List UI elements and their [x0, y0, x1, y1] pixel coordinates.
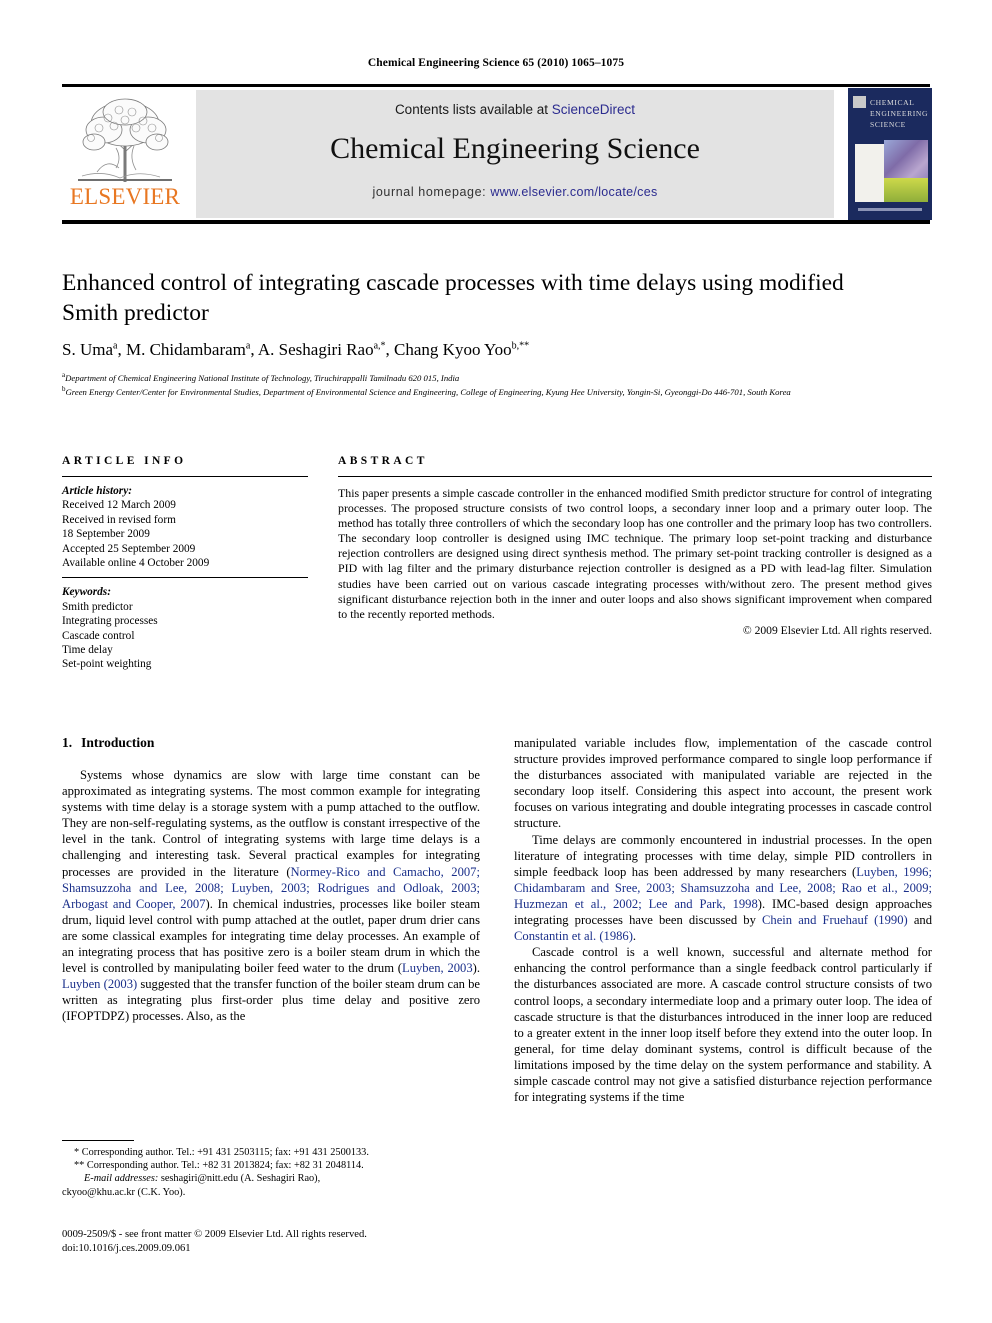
running-head: Chemical Engineering Science 65 (2010) 1…	[367, 57, 625, 69]
affiliation-list: aDepartment of Chemical Engineering Nati…	[62, 370, 932, 399]
body-column-right: manipulated variable includes flow, impl…	[514, 735, 932, 1105]
paragraph-text: Systems whose dynamics are slow with lar…	[62, 768, 480, 879]
article-history-item: Received 12 March 2009	[62, 499, 176, 512]
masthead-rule-top	[62, 84, 930, 87]
keywords-label: Keywords:	[62, 586, 111, 599]
elsevier-logo: ELSEVIER	[64, 90, 186, 218]
footnote-email-line: E-mail addresses: seshagiri@nitt.edu (A.…	[62, 1172, 480, 1185]
section-number: 1.	[62, 735, 73, 750]
author-name: Chang Kyoo Yoo	[394, 340, 512, 359]
journal-article-page: Chemical Engineering Science 65 (2010) 1…	[0, 0, 992, 1323]
paragraph: Time delays are commonly encountered in …	[514, 832, 932, 945]
affiliation-item: aDepartment of Chemical Engineering Nati…	[62, 370, 932, 384]
journal-cover-thumbnail: CHEMICAL ENGINEERING SCIENCE	[848, 88, 932, 220]
paragraph-text: .	[632, 929, 637, 944]
journal-title: Chemical Engineering Science	[330, 132, 700, 165]
author-name: M. Chidambaram	[125, 340, 246, 359]
paragraph-text: ).	[472, 961, 480, 976]
keyword-item: Smith predictor	[62, 600, 133, 613]
elsevier-tree-icon	[78, 98, 172, 182]
keyword-item: Time delay	[62, 644, 113, 657]
email-label: E-mail addresses:	[84, 1173, 159, 1185]
cover-image-green	[884, 178, 928, 202]
page-title: Enhanced control of integrating cascade …	[62, 270, 844, 326]
footnote-corresponding-2: ** Corresponding author. Tel.: +82 31 20…	[74, 1160, 364, 1172]
article-history-item: Received in revised form	[62, 513, 176, 526]
article-info-divider-mid	[62, 577, 308, 579]
article-history-block: Article history: Received 12 March 2009 …	[62, 484, 308, 570]
affiliation-text: Department of Chemical Engineering Natio…	[65, 372, 460, 383]
paragraph: Systems whose dynamics are slow with lar…	[62, 767, 480, 1025]
elsevier-tree-mark-icon	[853, 96, 866, 108]
citation-link[interactable]: Chein and Fruehauf (1990)	[762, 913, 908, 927]
abstract-column: ABSTRACT This paper presents a simple ca…	[338, 455, 932, 637]
keyword-item: Integrating processes	[62, 615, 158, 628]
imprint-block: 0009-2509/$ - see front matter © 2009 El…	[62, 1228, 492, 1255]
paragraph: Cascade control is a well known, success…	[514, 945, 932, 1105]
abstract-text: This paper presents a simple cascade con…	[338, 486, 932, 621]
imprint-line-1: 0009-2509/$ - see front matter © 2009 El…	[62, 1229, 367, 1240]
imprint-line-2: doi:10.1016/j.ces.2009.09.061	[62, 1242, 191, 1254]
journal-homepage-link[interactable]: www.elsevier.com/locate/ces	[490, 185, 657, 199]
article-history-item: 18 September 2009	[62, 528, 150, 541]
masthead-rule-bottom	[62, 220, 930, 224]
contents-prefix-text: Contents lists available at	[394, 102, 552, 117]
elsevier-wordmark: ELSEVIER	[69, 184, 181, 209]
homepage-prefix-text: journal homepage:	[372, 185, 491, 199]
contents-available-line: Contents lists available at ScienceDirec…	[196, 102, 834, 117]
footnote-body: * Corresponding author. Tel.: +91 431 25…	[62, 1146, 480, 1199]
footnote-email-line-2[interactable]: ckyoo@khu.ac.kr (C.K. Yoo).	[62, 1186, 480, 1199]
article-info-column: ARTICLE INFO Article history: Received 1…	[62, 455, 308, 672]
author-affil-marker: a	[245, 340, 251, 352]
article-history-item: Available online 4 October 2009	[62, 557, 210, 570]
article-info-heading: ARTICLE INFO	[62, 455, 187, 467]
section-title: Introduction	[81, 735, 155, 750]
paragraph: manipulated variable includes flow, impl…	[514, 736, 932, 831]
sciencedirect-link[interactable]: ScienceDirect	[552, 102, 635, 117]
section-heading-introduction: 1. Introduction	[62, 735, 480, 751]
abstract-copyright: © 2009 Elsevier Ltd. All rights reserved…	[742, 623, 932, 637]
journal-homepage-line: journal homepage: www.elsevier.com/locat…	[196, 185, 834, 199]
article-history-item: Accepted 25 September 2009	[62, 542, 196, 555]
citation-link[interactable]: Luyben, 2003	[402, 961, 473, 975]
author-name: S. Uma	[62, 340, 113, 359]
article-history-label: Article history:	[62, 485, 132, 497]
keywords-block: Keywords: Smith predictor Integrating pr…	[62, 585, 308, 671]
citation-link[interactable]: Luyben (2003)	[62, 977, 137, 991]
footnote-divider	[62, 1140, 134, 1141]
footnote-corresponding-1: * Corresponding author. Tel.: +91 431 25…	[74, 1147, 369, 1158]
affiliation-item: bGreen Energy Center/Center for Environm…	[62, 384, 932, 398]
body-column-left: 1. Introduction Systems whose dynamics ar…	[62, 735, 480, 1025]
affiliation-text: Green Energy Center/Center for Environme…	[65, 387, 791, 398]
author-affil-marker: a	[113, 340, 118, 352]
citation-link[interactable]: Constantin et al. (1986)	[514, 929, 633, 943]
cover-footer-bar	[858, 208, 922, 211]
author-name: A. Seshagiri Rao	[257, 340, 374, 359]
keyword-item: Cascade control	[62, 629, 135, 642]
author-list: S. Umaa, M. Chidambarama, A. Seshagiri R…	[62, 340, 530, 359]
footnote-block: * Corresponding author. Tel.: +91 431 25…	[62, 1140, 480, 1199]
author-affil-marker: a,*	[373, 340, 386, 352]
article-info-divider-top	[62, 476, 308, 477]
author-affil-marker: b,**	[511, 340, 530, 352]
masthead-center-band: Contents lists available at ScienceDirec…	[196, 90, 834, 218]
abstract-heading: ABSTRACT	[338, 455, 428, 467]
email-address-1[interactable]: seshagiri@nitt.edu (A. Seshagiri Rao),	[158, 1173, 320, 1184]
paragraph-text: and	[907, 913, 932, 928]
keyword-item: Set-point weighting	[62, 658, 152, 671]
abstract-divider	[338, 476, 932, 477]
cover-journal-title: CHEMICAL ENGINEERING SCIENCE	[870, 98, 929, 129]
